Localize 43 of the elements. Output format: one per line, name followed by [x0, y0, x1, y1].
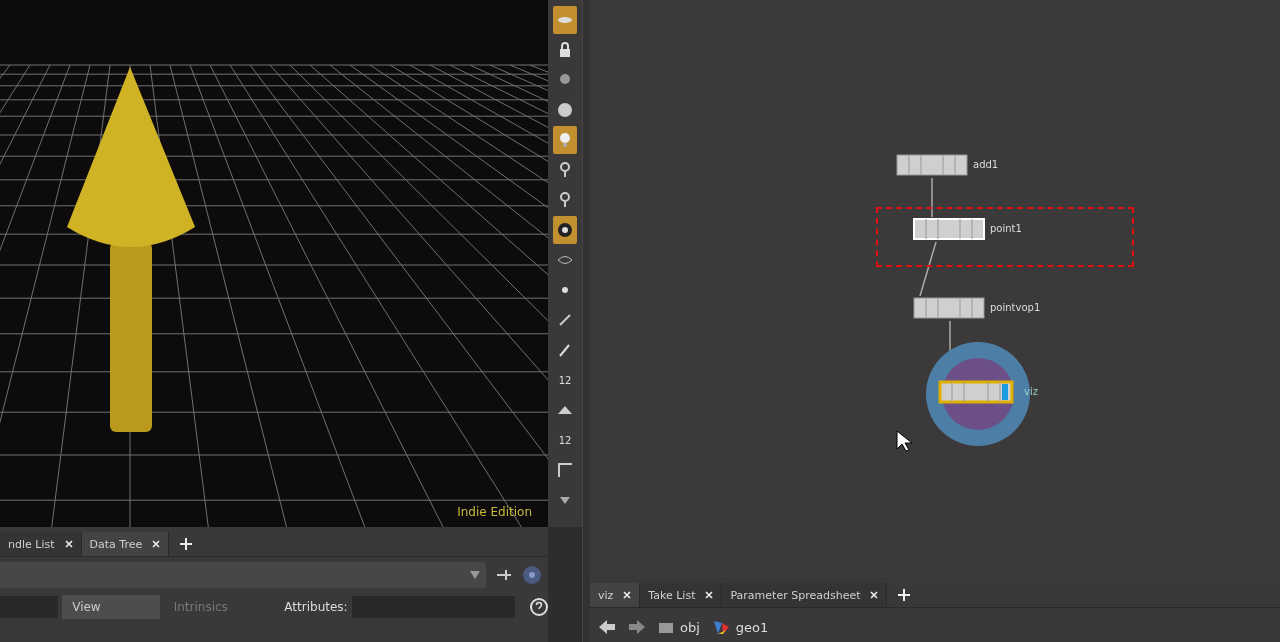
- path-crumb[interactable]: geo1: [711, 619, 769, 635]
- tab[interactable]: Take List: [640, 583, 723, 607]
- close-icon[interactable]: [623, 591, 632, 599]
- cursor-icon: [896, 430, 912, 452]
- node-label: point1: [990, 223, 1022, 234]
- sphere-icon: [556, 101, 574, 119]
- target-icon[interactable]: [522, 565, 542, 585]
- dropdown-field[interactable]: [0, 562, 486, 588]
- close-icon[interactable]: [705, 591, 714, 599]
- caret-icon: [560, 496, 570, 504]
- viewport[interactable]: Indie Edition: [0, 0, 548, 527]
- watermark-label: Indie Edition: [457, 505, 532, 519]
- forward-arrow-icon[interactable]: [628, 619, 646, 635]
- prim-number-icon: 12: [558, 434, 572, 446]
- plus-icon[interactable]: [897, 588, 912, 602]
- tab[interactable]: ndle List: [0, 532, 82, 556]
- toolbar-button[interactable]: 12: [553, 366, 577, 394]
- caret-icon: [470, 571, 480, 579]
- help-icon[interactable]: [528, 597, 548, 617]
- geometry-icon: [711, 619, 730, 635]
- connection-wire: [919, 242, 937, 296]
- tab[interactable]: Data Tree: [81, 532, 170, 556]
- path-crumb[interactable]: obj: [658, 619, 700, 635]
- tab[interactable]: Parameter Spreadsheet: [722, 583, 888, 607]
- back-arrow-icon[interactable]: [598, 619, 616, 635]
- view-dropdown[interactable]: View: [62, 595, 160, 619]
- node-label: add1: [973, 159, 999, 170]
- close-icon[interactable]: [870, 591, 879, 599]
- close-icon[interactable]: [152, 540, 161, 548]
- folder-icon: [658, 620, 674, 634]
- corner-icon: [556, 461, 574, 479]
- plus-icon[interactable]: [179, 537, 194, 551]
- attributes-label: Attributes:: [284, 600, 348, 614]
- node-label: pointvop1: [990, 302, 1041, 313]
- aperture-icon: [556, 221, 574, 239]
- close-icon[interactable]: [64, 540, 73, 548]
- output-node[interactable]: [937, 379, 1015, 407]
- point-number-icon: 12: [558, 374, 572, 386]
- shape-icon: [558, 406, 572, 414]
- toolbar-button[interactable]: [553, 216, 577, 244]
- toolbar-button[interactable]: 12: [553, 426, 577, 454]
- tab[interactable]: viz: [590, 583, 641, 607]
- connection-wire: [930, 178, 934, 217]
